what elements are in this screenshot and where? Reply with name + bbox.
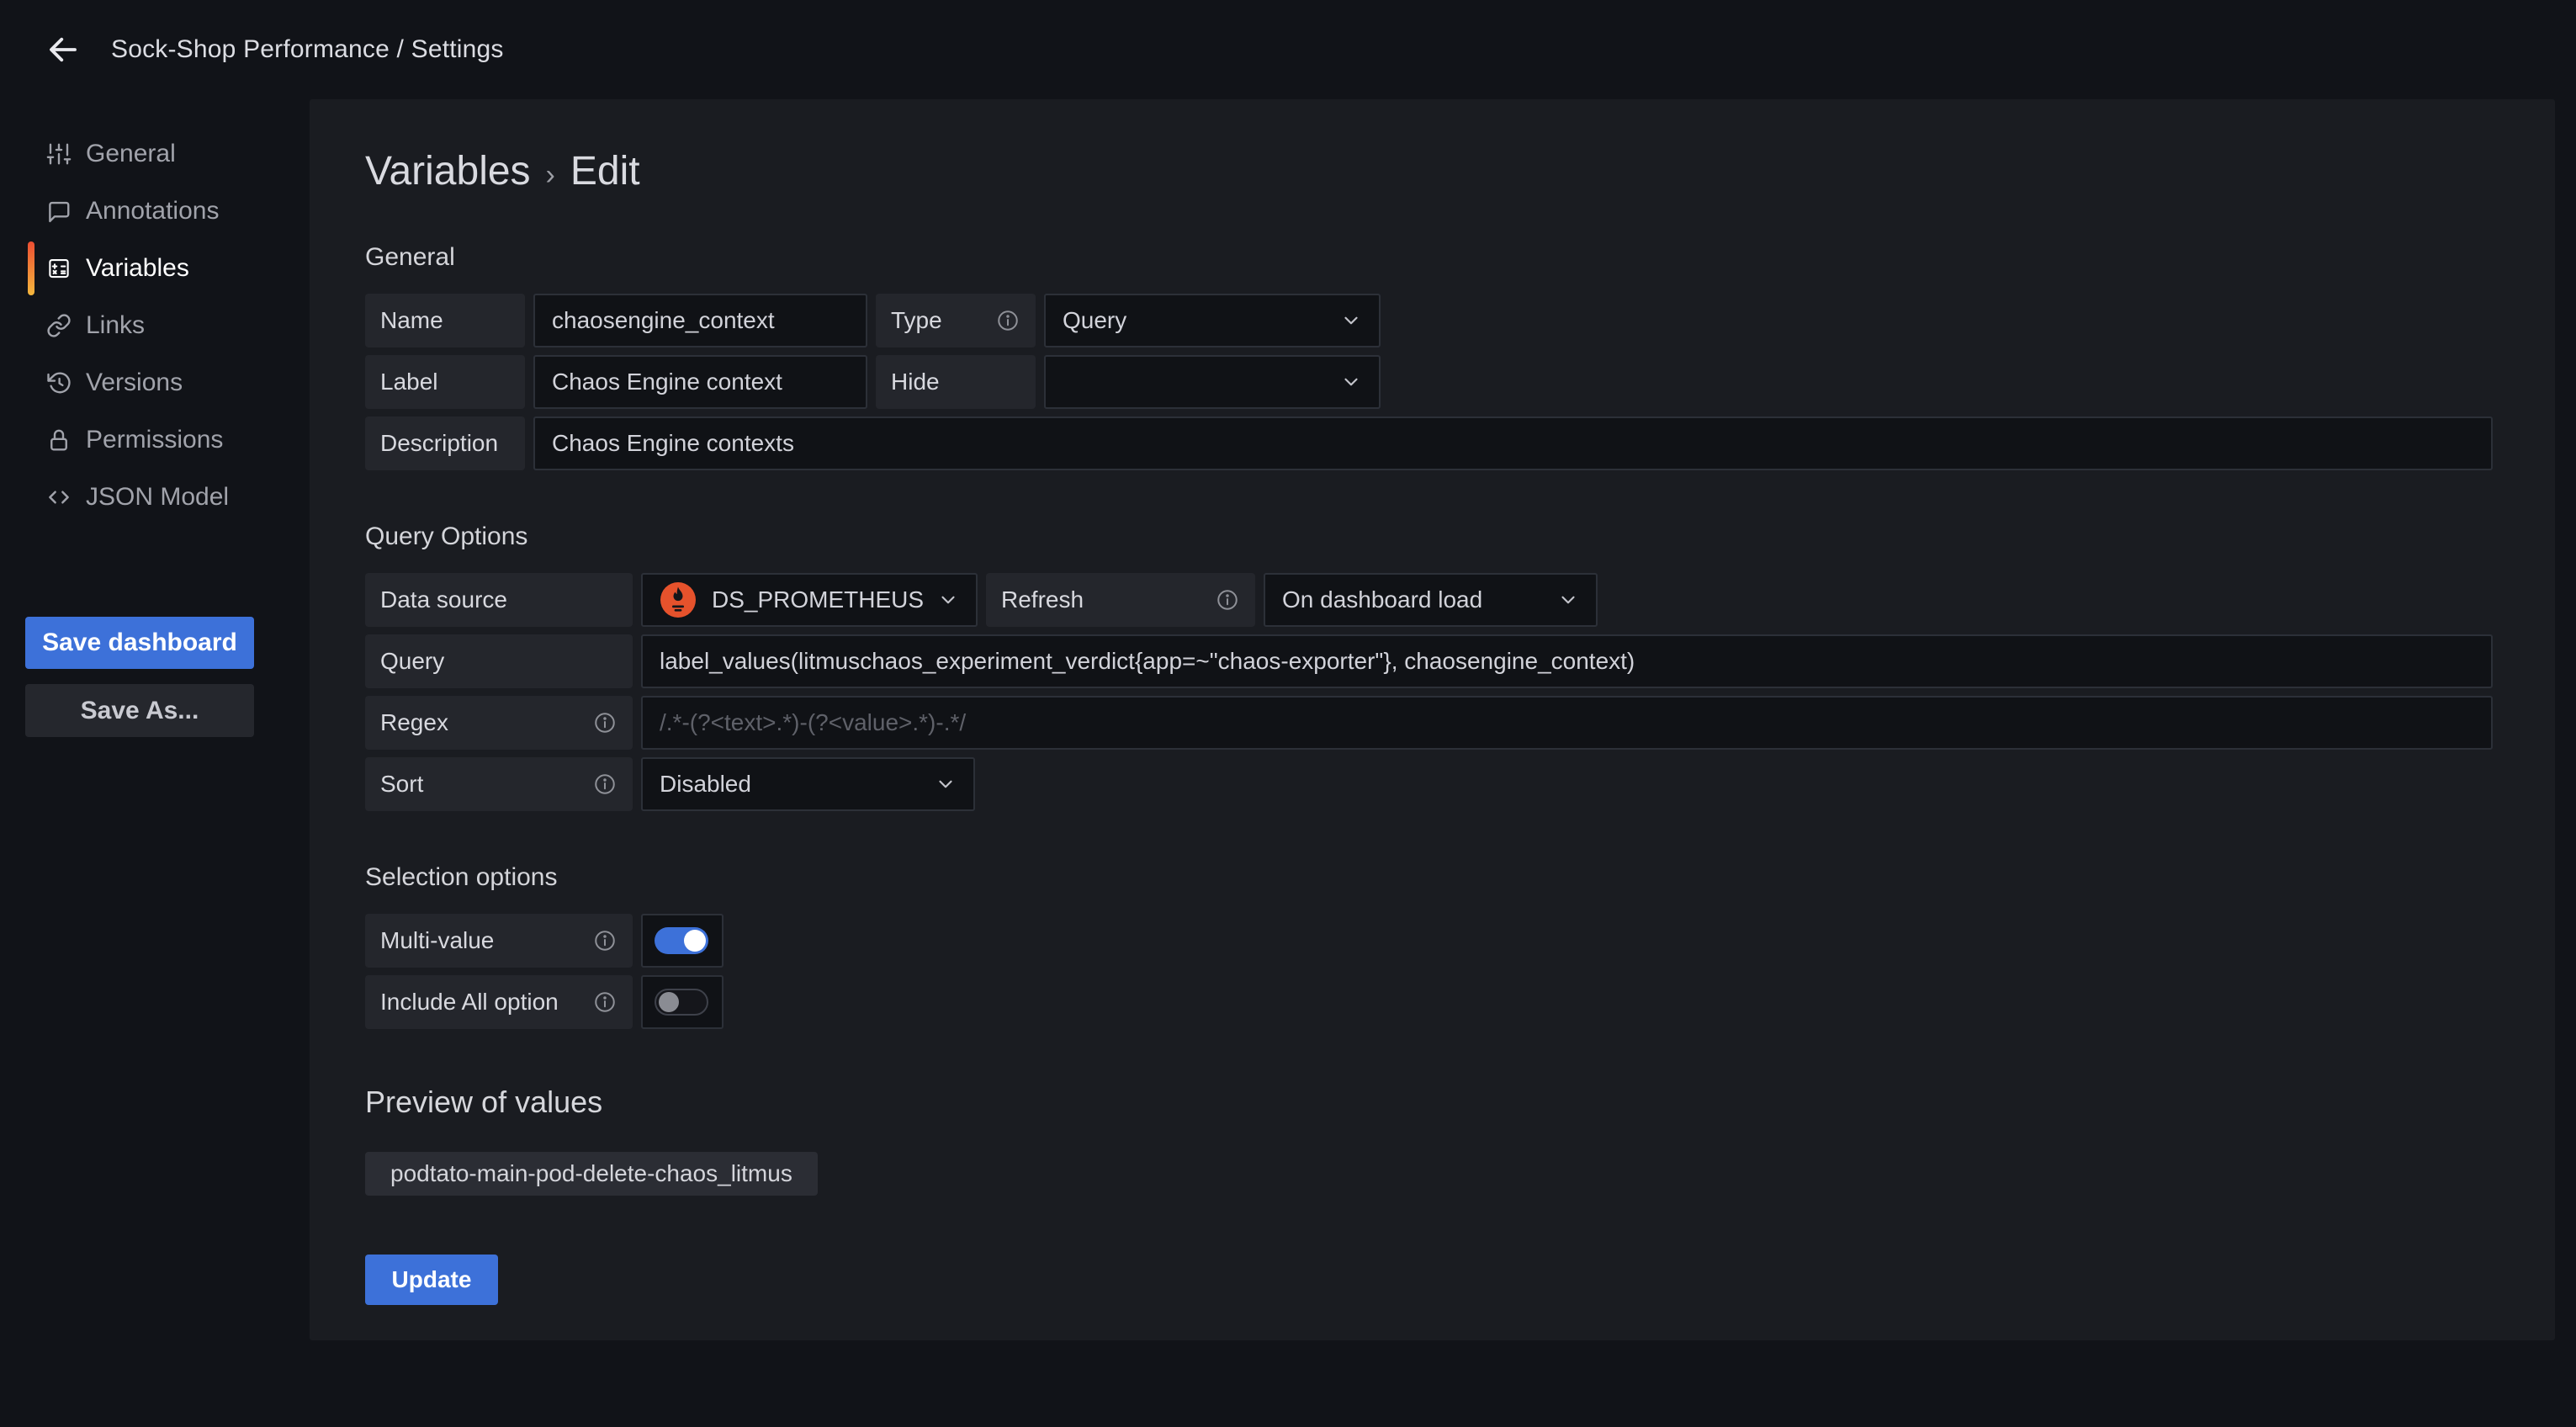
preview-heading: Preview of values — [365, 1085, 2493, 1120]
info-icon[interactable] — [592, 989, 617, 1015]
history-icon — [46, 370, 72, 395]
link-icon — [46, 313, 72, 338]
data-source-select[interactable]: DS_PROMETHEUS — [641, 573, 978, 627]
sidebar-item-label: Variables — [86, 254, 189, 283]
refresh-field-label: Refresh — [986, 573, 1255, 627]
back-button[interactable] — [39, 25, 87, 74]
data-source-field-label: Data source — [365, 573, 633, 627]
regex-field-label: Regex — [365, 696, 633, 750]
general-heading: General — [365, 243, 2493, 272]
info-icon[interactable] — [995, 308, 1020, 333]
chevron-down-icon — [1340, 371, 1362, 393]
top-navbar: Sock-Shop Performance / Settings — [0, 0, 2576, 99]
breadcrumb: Variables › Edit — [365, 148, 2493, 194]
sidebar-item-links[interactable]: Links — [0, 297, 310, 354]
save-dashboard-button[interactable]: Save dashboard — [25, 617, 254, 669]
query-options-heading: Query Options — [365, 523, 2493, 551]
info-icon[interactable] — [592, 772, 617, 797]
description-field-label: Description — [365, 416, 525, 470]
chevron-down-icon — [1557, 589, 1579, 611]
sidebar-item-versions[interactable]: Versions — [0, 354, 310, 411]
selection-options-heading: Selection options — [365, 863, 2493, 892]
save-as-button[interactable]: Save As... — [25, 684, 254, 737]
preview-value-chip: podtato-main-pod-delete-chaos_litmus — [365, 1152, 818, 1196]
lock-icon — [46, 427, 72, 453]
regex-input[interactable] — [641, 696, 2493, 750]
type-select[interactable]: Query — [1044, 294, 1381, 347]
toggle-switch-off — [655, 989, 708, 1016]
chevron-down-icon — [1340, 310, 1362, 332]
breadcrumb-page: Edit — [570, 148, 640, 194]
refresh-select[interactable]: On dashboard load — [1264, 573, 1598, 627]
query-input[interactable] — [641, 634, 2493, 688]
sidebar-item-general[interactable]: General — [0, 125, 310, 183]
query-field-label: Query — [365, 634, 633, 688]
include-all-field-label: Include All option — [365, 975, 633, 1029]
sidebar-item-label: JSON Model — [86, 483, 229, 512]
calculator-icon — [46, 256, 72, 281]
prometheus-icon — [660, 581, 697, 618]
multi-value-toggle[interactable] — [641, 914, 724, 968]
hide-select[interactable] — [1044, 355, 1381, 409]
chevron-down-icon — [937, 589, 959, 611]
hide-field-label: Hide — [876, 355, 1036, 409]
sidebar-item-permissions[interactable]: Permissions — [0, 411, 310, 469]
variables-edit-panel: Variables › Edit General Name Type — [310, 99, 2555, 1340]
grafana-settings-page: Sock-Shop Performance / Settings General — [0, 0, 2576, 1427]
chevron-down-icon — [935, 773, 957, 795]
sort-select[interactable]: Disabled — [641, 757, 975, 811]
info-icon[interactable] — [592, 928, 617, 953]
settings-sidebar: General Annotations Variables — [0, 99, 310, 737]
label-field-label: Label — [365, 355, 525, 409]
name-input[interactable] — [533, 294, 867, 347]
info-icon[interactable] — [1215, 587, 1240, 613]
update-button[interactable]: Update — [365, 1255, 498, 1305]
code-icon — [46, 485, 72, 510]
sidebar-item-label: Links — [86, 311, 145, 340]
sidebar-item-label: Permissions — [86, 426, 223, 454]
info-icon[interactable] — [592, 710, 617, 735]
breadcrumb-section[interactable]: Variables — [365, 148, 531, 194]
sidebar-item-label: Versions — [86, 369, 183, 397]
page-title: Sock-Shop Performance / Settings — [111, 35, 504, 64]
breadcrumb-separator: › — [546, 159, 555, 192]
sort-field-label: Sort — [365, 757, 633, 811]
sidebar-item-label: General — [86, 140, 176, 168]
type-field-label: Type — [876, 294, 1036, 347]
sidebar-item-label: Annotations — [86, 197, 219, 225]
arrow-left-icon — [45, 32, 81, 67]
description-input[interactable] — [533, 416, 2493, 470]
sliders-icon — [46, 141, 72, 167]
sidebar-item-variables[interactable]: Variables — [0, 240, 310, 297]
comment-icon — [46, 199, 72, 224]
toggle-switch-on — [655, 927, 708, 954]
sidebar-item-json-model[interactable]: JSON Model — [0, 469, 310, 526]
name-field-label: Name — [365, 294, 525, 347]
sidebar-item-annotations[interactable]: Annotations — [0, 183, 310, 240]
multi-value-field-label: Multi-value — [365, 914, 633, 968]
label-input[interactable] — [533, 355, 867, 409]
include-all-toggle[interactable] — [641, 975, 724, 1029]
